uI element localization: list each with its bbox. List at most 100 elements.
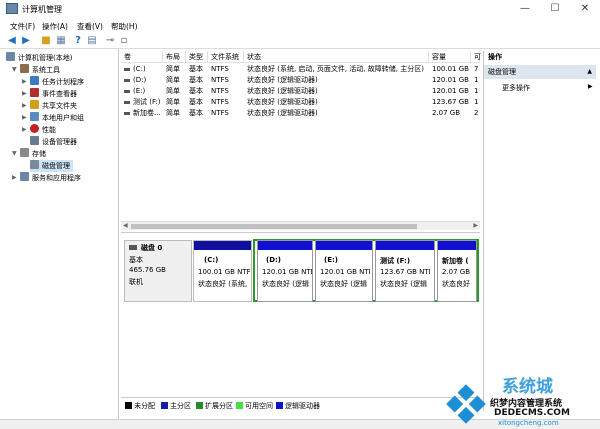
table-row[interactable]: (E:) 简单 基本 NTFS 状态良好 (逻辑驱动器) 120.01 GB 1	[121, 86, 480, 97]
tree-item-services-apps[interactable]: 服务和应用程序	[20, 172, 81, 184]
disk-size: 465.76 GB	[129, 266, 166, 274]
toolbar: ◀ ▶ ■ ▦ ? ▤ ⊸ ▫	[0, 33, 600, 49]
title-bar: 计算机管理 — ☐ ✕	[0, 0, 600, 18]
connect-icon[interactable]: ⊸	[104, 35, 116, 47]
tree-item-disk-management[interactable]: 磁盘管理	[30, 160, 73, 172]
scroll-left-icon[interactable]: ◀	[123, 222, 128, 229]
partition-new-volume[interactable]: 新加卷 ( 2.07 GB 状态良好	[437, 240, 477, 302]
cell-layout: 简单	[166, 65, 180, 73]
column-header-status[interactable]: 状态	[244, 51, 429, 63]
tree-item-device-manager[interactable]: 设备管理器	[30, 136, 77, 148]
partition-e[interactable]: (E:) 120.01 GB NTI 状态良好 (逻辑	[315, 240, 373, 302]
up-folder-icon[interactable]: ■	[40, 35, 52, 47]
cell-layout: 简单	[166, 87, 180, 95]
table-row[interactable]: 测试 (F:) 简单 基本 NTFS 状态良好 (逻辑驱动器) 123.67 GB 1	[121, 97, 480, 108]
chevron-right-icon[interactable]: ▶	[12, 174, 17, 181]
cell-free: 7	[474, 65, 479, 73]
chevron-down-icon[interactable]: ▼	[12, 66, 17, 73]
chevron-right-icon[interactable]: ▶	[22, 78, 27, 85]
column-header-type[interactable]: 类型	[186, 51, 208, 63]
menu-view[interactable]: 查看(V)	[77, 21, 103, 32]
cell-layout: 简单	[166, 76, 180, 84]
tree-item-label: 性能	[42, 126, 56, 134]
disk-info[interactable]: 磁盘 0 基本 465.76 GB 联机	[124, 240, 192, 302]
cell-status: 状态良好 (逻辑驱动器)	[247, 98, 318, 106]
chevron-right-icon[interactable]: ▶	[22, 102, 27, 109]
cell-type: 基本	[189, 98, 203, 106]
forward-icon[interactable]: ▶	[20, 35, 32, 47]
partition-d[interactable]: (D:) 120.01 GB NTI 状态良好 (逻辑	[257, 240, 313, 302]
cell-layout: 简单	[166, 98, 180, 106]
horizontal-scrollbar[interactable]: ◀ ▶	[121, 221, 480, 230]
scroll-right-icon[interactable]: ▶	[473, 222, 478, 229]
menu-file[interactable]: 文件(F)	[10, 21, 35, 32]
table-row[interactable]: (D:) 简单 基本 NTFS 状态良好 (逻辑驱动器) 120.01 GB 1	[121, 75, 480, 86]
column-header-filesystem[interactable]: 文件系统	[208, 51, 244, 63]
legend-swatch	[125, 402, 132, 409]
table-row[interactable]: 新加卷... 简单 基本 NTFS 状态良好 (逻辑驱动器) 2.07 GB 2	[121, 108, 480, 119]
tree-item-performance[interactable]: 性能	[30, 124, 56, 136]
legend-extended: 扩展分区	[196, 401, 233, 411]
collapse-icon[interactable]: ▲	[587, 65, 592, 79]
window-title: 计算机管理	[22, 5, 62, 14]
partition-status: 状态良好 (系统,	[198, 280, 248, 288]
tree-item-system-tools[interactable]: 系统工具	[20, 64, 60, 76]
more-actions-label: 更多操作	[502, 84, 530, 92]
event-log-icon	[30, 88, 39, 97]
tree-item-label: 任务计划程序	[42, 78, 84, 86]
users-icon	[30, 112, 39, 121]
tree-item-task-scheduler[interactable]: 任务计划程序	[30, 76, 84, 88]
partition-size: 120.01 GB NTI	[320, 268, 371, 276]
watermark-line2: DEDECMS.COM	[494, 408, 570, 418]
cell-layout: 简单	[166, 109, 180, 117]
show-tree-icon[interactable]: ▦	[55, 35, 67, 47]
legend-label: 扩展分区	[205, 402, 233, 410]
partition-bar	[438, 241, 476, 250]
properties-icon[interactable]: ▤	[86, 35, 98, 47]
column-header-layout[interactable]: 布局	[163, 51, 186, 63]
minimize-button[interactable]: —	[510, 0, 540, 18]
menu-help[interactable]: 帮助(H)	[111, 21, 138, 32]
partition-c[interactable]: (C:) 100.01 GB NTF 状态良好 (系统,	[193, 240, 252, 302]
cell-status: 状态良好 (逻辑驱动器)	[247, 109, 318, 117]
menu-bar: 文件(F) 操作(A) 查看(V) 帮助(H)	[0, 18, 600, 33]
column-header-capacity[interactable]: 容量	[429, 51, 471, 63]
cell-capacity: 123.67 GB	[432, 98, 469, 106]
scrollbar-thumb[interactable]	[131, 224, 417, 229]
back-icon[interactable]: ◀	[6, 35, 18, 47]
cell-type: 基本	[189, 76, 203, 84]
column-header-volume[interactable]: 卷	[121, 51, 163, 63]
tree-item-storage[interactable]: 存储	[20, 148, 46, 160]
tree-root[interactable]: 计算机管理(本地)	[6, 52, 72, 64]
tree-item-event-viewer[interactable]: 事件查看器	[30, 88, 77, 100]
legend-swatch	[276, 402, 283, 409]
chevron-right-icon[interactable]: ▶	[22, 90, 27, 97]
cell-type: 基本	[189, 65, 203, 73]
help-icon[interactable]: ?	[72, 35, 84, 47]
partition-f[interactable]: 测试 (F:) 123.67 GB NTI 状态良好 (逻辑	[375, 240, 435, 302]
maximize-button[interactable]: ☐	[540, 0, 570, 18]
chevron-right-icon[interactable]: ▶	[22, 114, 27, 121]
watermark-line3: xitongcheng.com	[498, 419, 559, 427]
column-header-free[interactable]: 可	[471, 51, 481, 63]
actions-section-disk-management[interactable]: 磁盘管理 ▲	[484, 65, 596, 79]
chevron-right-icon[interactable]: ▶	[588, 83, 593, 90]
actions-section-label: 磁盘管理	[488, 68, 516, 76]
table-row[interactable]: (C:) 简单 基本 NTFS 状态良好 (系统, 启动, 页面文件, 活动, 故障转储…	[121, 64, 480, 75]
disk-list-icon[interactable]: ▫	[118, 35, 130, 47]
cell-type: 基本	[189, 87, 203, 95]
chevron-down-icon[interactable]: ▼	[12, 150, 17, 157]
menu-action[interactable]: 操作(A)	[42, 21, 68, 32]
volume-table: 卷 布局 类型 文件系统 状态 容量 可 (C:) 简单 基本 NTFS 状态良好 (系…	[121, 51, 481, 221]
partition-bar	[194, 241, 251, 250]
tree-item-shared-folders[interactable]: 共享文件夹	[30, 100, 77, 112]
cell-type: 基本	[189, 109, 203, 117]
partition-name: (D:)	[266, 256, 282, 264]
cell-capacity: 100.01 GB	[432, 65, 469, 73]
disk-status: 联机	[129, 278, 143, 286]
more-actions[interactable]: 更多操作	[502, 83, 530, 93]
chevron-right-icon[interactable]: ▶	[22, 126, 27, 133]
close-button[interactable]: ✕	[570, 0, 600, 18]
tree-item-local-users[interactable]: 本地用户和组	[30, 112, 84, 124]
cell-filesystem: NTFS	[211, 65, 229, 73]
